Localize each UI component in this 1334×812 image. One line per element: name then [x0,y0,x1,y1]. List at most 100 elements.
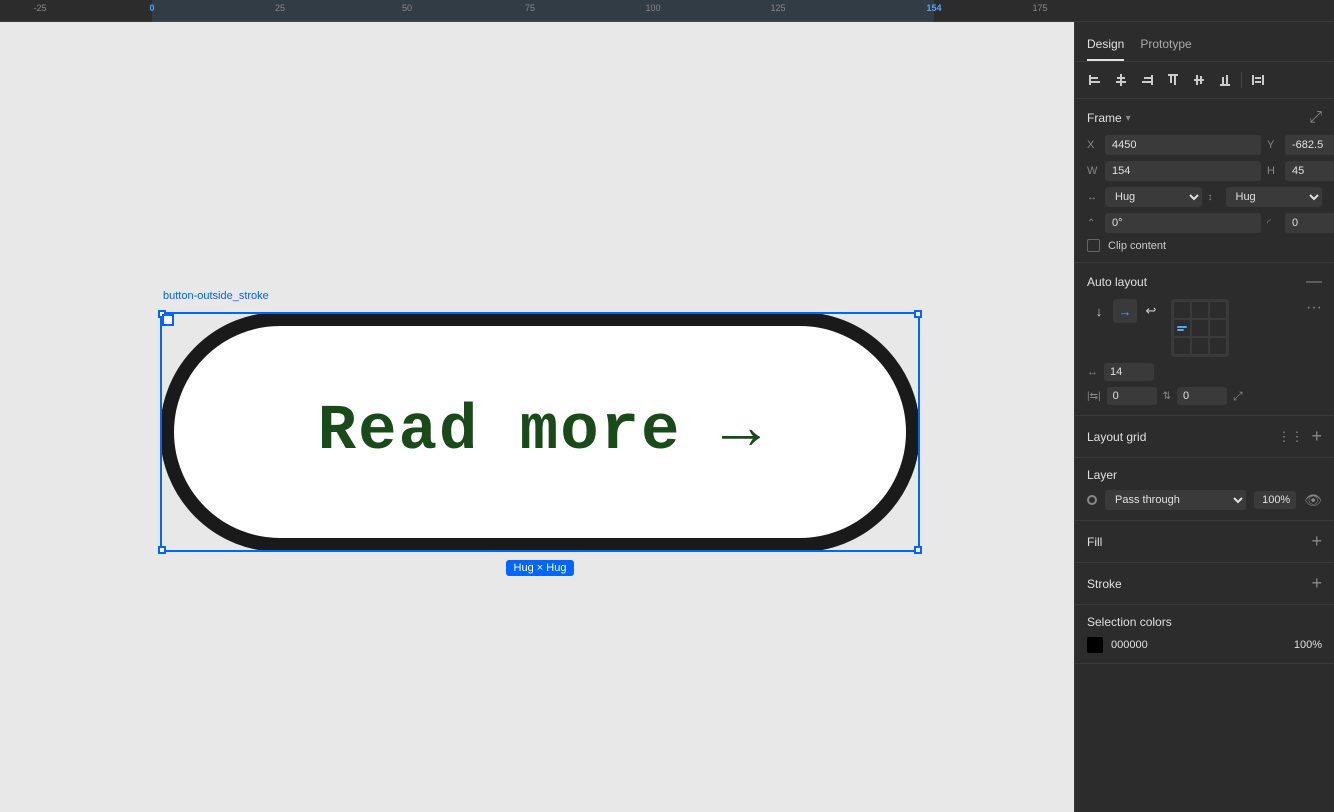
al-grid-cell-mr[interactable] [1210,320,1226,336]
w-label: W [1087,165,1101,177]
hug-y-group: ↕ Hug Fixed Fill [1208,187,1323,207]
selection-color-swatch[interactable] [1087,637,1103,653]
canvas-area[interactable]: button-outside_stroke Read more → Hug × … [0,22,1074,812]
selection-colors-section: Selection colors 000000 100% [1075,605,1334,664]
x-label: X [1087,139,1101,151]
hug-x-icon: ↔ [1087,192,1101,203]
al-padding-left-input[interactable] [1107,387,1157,405]
canvas-button-text: Read more → [318,396,762,468]
layout-grid-add-button[interactable]: + [1311,426,1322,447]
corner-input[interactable] [1285,213,1334,233]
align-top-button[interactable] [1161,68,1185,92]
align-right-button[interactable] [1135,68,1159,92]
align-bottom-button[interactable] [1213,68,1237,92]
rotation-input[interactable] [1105,213,1261,233]
layout-grid-options-icon[interactable]: ⋮⋮ [1277,429,1303,445]
al-padding-top-input[interactable] [1177,387,1227,405]
al-horizontal-btn[interactable]: → [1113,299,1137,323]
handle-bottom-right[interactable] [914,546,922,554]
auto-layout-controls: ↓ → ↩ [1087,299,1322,405]
selection-color-item: 000000 100% [1087,637,1322,653]
fill-add-button[interactable]: + [1311,531,1322,552]
frame-chevron-icon[interactable]: ▾ [1126,113,1131,124]
al-spacing-input[interactable] [1104,363,1154,381]
al-vertical-btn[interactable]: ↓ [1087,299,1111,323]
handle-bottom-left[interactable] [158,546,166,554]
frame-section: Frame ▾ ⤢ X Y [1075,99,1334,263]
align-center-h-button[interactable] [1109,68,1133,92]
al-grid-cell-tc[interactable] [1192,302,1208,318]
al-grid-cell-tr[interactable] [1210,302,1226,318]
x-input[interactable] [1105,135,1261,155]
toolbar-divider [1241,72,1242,88]
ruler-mark: 25 [275,3,285,13]
stroke-title: Stroke [1087,577,1122,591]
al-spacing-row: ↔ [1087,363,1322,381]
wh-row: W H [1087,161,1322,181]
clip-content-checkbox[interactable] [1087,239,1100,252]
fill-row: Fill + [1087,531,1322,552]
hug-x-select[interactable]: Hug Fixed Fill [1105,187,1202,207]
al-grid-cell-mc[interactable] [1192,320,1208,336]
canvas-button-frame[interactable]: Read more → [160,312,920,552]
al-padding-row-top: |⇆| ⇅ ⤢ [1087,387,1322,405]
layer-opacity-input[interactable] [1254,491,1296,509]
hug-y-icon: ↕ [1208,192,1222,203]
distribute-button[interactable] [1246,68,1270,92]
w-input[interactable] [1105,161,1261,181]
tab-design[interactable]: Design [1087,37,1124,61]
top-ruler: -25 0 25 50 75 100 125 154 175 [0,0,1334,22]
main-layout: button-outside_stroke Read more → Hug × … [0,22,1334,812]
canvas-element-wrapper[interactable]: Read more → Hug × Hug [160,312,920,577]
align-left-button[interactable] [1083,68,1107,92]
corner-group: ◜ ⤢ [1267,213,1334,233]
al-grid-cell-bl[interactable] [1174,338,1190,354]
w-field-group: W [1087,161,1261,181]
handle-top-left[interactable] [158,310,166,318]
y-input[interactable] [1285,135,1334,155]
ruler-mark: 125 [770,3,785,13]
frame-expand-icon[interactable]: ⤢ [1309,109,1322,127]
hug-label: Hug × Hug [506,560,575,576]
fill-section: Fill + [1075,521,1334,563]
al-grid-cell-bc[interactable] [1192,338,1208,354]
xy-row: X Y [1087,135,1322,155]
hug-x-group: ↔ Hug Fixed Fill [1087,187,1202,207]
right-panel: Design Prototype [1074,22,1334,812]
al-grid-cell-ml[interactable] [1174,320,1190,336]
canvas-button[interactable]: Read more → [160,312,920,552]
selection-colors-header: Selection colors [1087,615,1322,629]
auto-layout-header: Auto layout — [1087,273,1322,291]
al-spacing-icon: ↔ [1087,366,1098,378]
layer-visibility-icon[interactable]: 👁 [1304,492,1322,509]
auto-layout-collapse[interactable]: — [1306,273,1322,291]
handle-top-right[interactable] [914,310,922,318]
stroke-row: Stroke + [1087,573,1322,594]
ruler-mark: 175 [1032,3,1047,13]
frame-section-header: Frame ▾ ⤢ [1087,109,1322,127]
align-middle-v-button[interactable] [1187,68,1211,92]
h-input[interactable] [1285,161,1334,181]
layer-section-header: Layer [1087,468,1322,482]
rotation-group: ⌃ [1087,213,1261,233]
al-padding-tb-icon: ⇅ [1163,391,1171,402]
y-label: Y [1267,139,1281,151]
al-grid-cell-tl[interactable] [1174,302,1190,318]
al-direction-buttons: ↓ → ↩ [1087,299,1163,323]
al-more-button[interactable]: ··· [1306,299,1322,317]
tab-prototype[interactable]: Prototype [1140,37,1191,61]
layer-blend-select[interactable]: Pass through Normal Multiply Screen [1105,490,1246,510]
al-padding-expand-icon[interactable]: ⤢ [1233,389,1243,404]
ruler-mark-zero: 0 [149,3,154,13]
h-field-group: H [1267,161,1334,181]
stroke-section: Stroke + [1075,563,1334,605]
al-align-grid [1171,299,1229,357]
al-wrap-btn[interactable]: ↩ [1139,299,1163,323]
ruler-mark-154: 154 [926,3,941,13]
panel-tabs: Design Prototype [1075,22,1334,62]
layout-grid-title: Layout grid [1087,430,1146,444]
stroke-add-button[interactable]: + [1311,573,1322,594]
selection-color-opacity: 100% [1294,639,1322,651]
hug-y-select[interactable]: Hug Fixed Fill [1226,187,1323,207]
al-grid-cell-br[interactable] [1210,338,1226,354]
